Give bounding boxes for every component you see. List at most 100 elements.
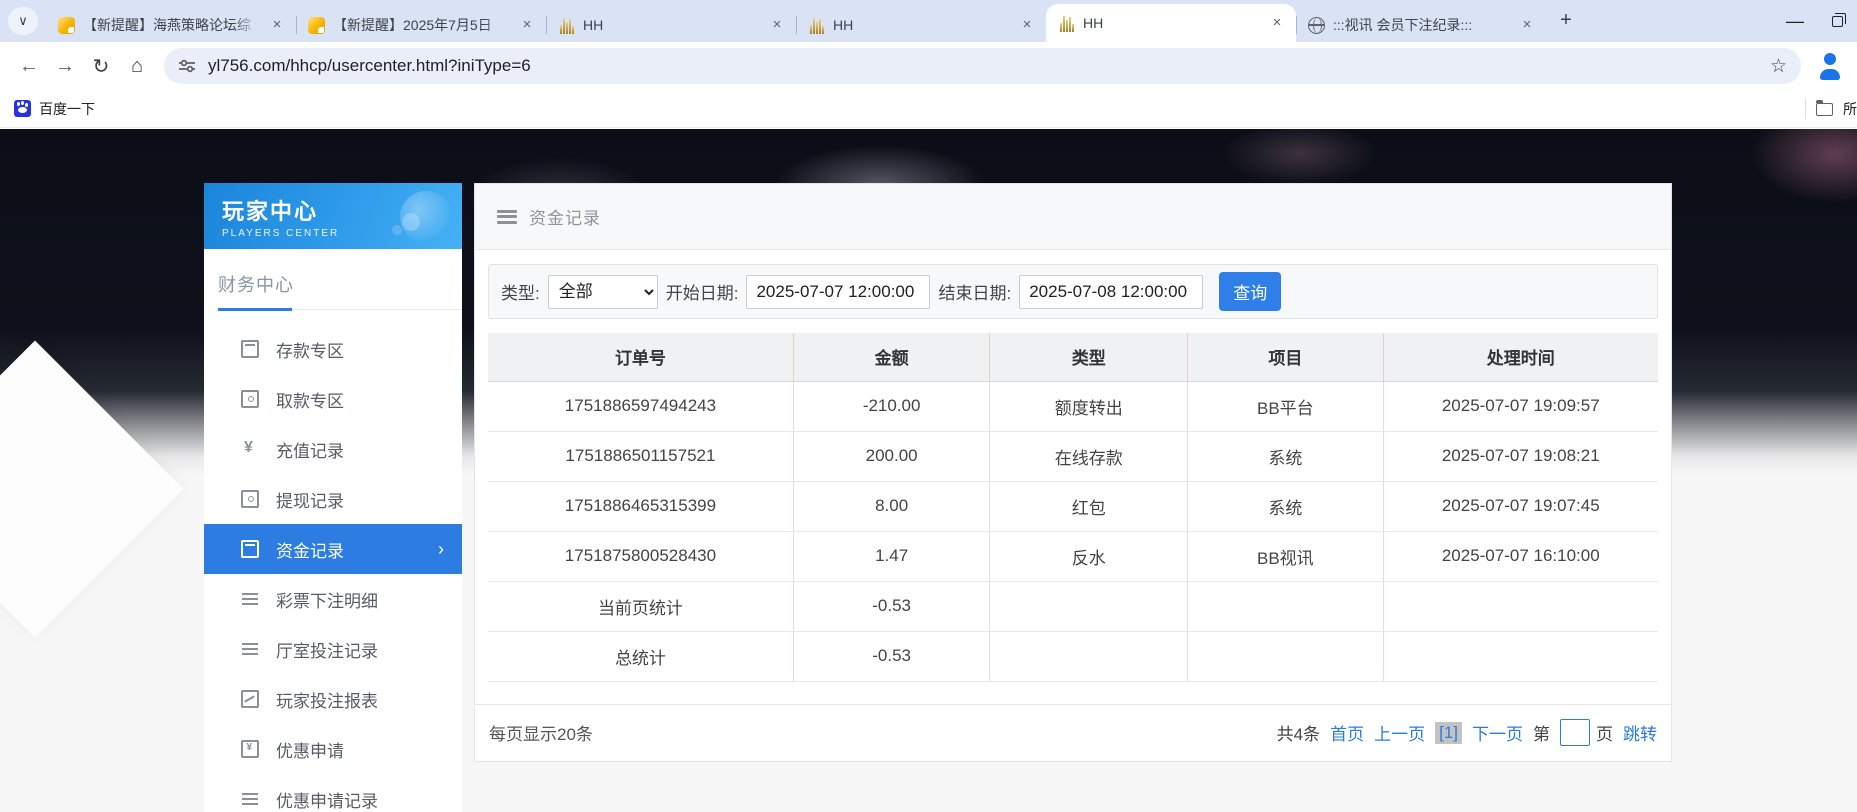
table-cell [1188, 631, 1383, 681]
panel-body: 类型: 全部 开始日期: 结束日期: 查询 订单号金额类型项目处理时间 1751… [475, 250, 1671, 682]
funds-table: 订单号金额类型项目处理时间 1751886597494243-210.00额度转… [488, 333, 1658, 682]
tab-close-icon[interactable]: × [768, 16, 786, 34]
url-text[interactable]: yl756.com/hhcp/usercenter.html?iniType=6 [208, 56, 1758, 76]
table-cell: 当前页统计 [488, 581, 793, 631]
page-title: 资金记录 [529, 204, 601, 229]
sidebar-section: 财务中心 [204, 249, 462, 310]
tab-title: HH [833, 17, 1010, 33]
end-date-input[interactable] [1019, 275, 1203, 309]
browser-toolbar: ← → ↻ ⌂ yl756.com/hhcp/usercenter.html?i… [0, 42, 1857, 90]
sidebar-item-label: 优惠申请 [276, 737, 344, 762]
table-row: 17518758005284301.47反水BB视讯2025-07-07 16:… [488, 531, 1658, 581]
sidebar-item-withdraw-area[interactable]: 取款专区 [204, 374, 462, 424]
first-page-link[interactable]: 首页 [1330, 720, 1364, 745]
column-header: 订单号 [488, 333, 793, 381]
sidebar-item-hall-bet-record[interactable]: 厅室投注记录 [204, 624, 462, 674]
table-cell [1383, 581, 1658, 631]
tab-close-icon[interactable]: × [268, 16, 286, 34]
forward-icon[interactable]: → [48, 49, 82, 83]
recharge-record-icon [241, 440, 259, 458]
browser-tab[interactable]: HH × [796, 8, 1046, 42]
pagination-bar: 每页显示20条 共4条 首页 上一页 [1] 下一页 第 页 跳转 [475, 704, 1671, 761]
table-cell [1383, 631, 1658, 681]
sidebar-item-funds-record[interactable]: 资金记录› [204, 524, 462, 574]
withdraw-area-icon [241, 390, 259, 408]
start-date-input[interactable] [746, 275, 930, 309]
table-cell [990, 581, 1188, 631]
tab-strip: ∨ 【新提醒】海燕策略论坛综×【新提醒】2025年7月5日×HH×HH×HH×:… [0, 0, 1857, 42]
table-cell: -210.00 [793, 381, 990, 431]
sidebar-item-player-bet-report[interactable]: 玩家投注报表 [204, 674, 462, 724]
sidebar-item-withdraw-record[interactable]: 提现记录 [204, 474, 462, 524]
table-cell: 系统 [1188, 431, 1383, 481]
table-cell: 2025-07-07 19:09:57 [1383, 381, 1658, 431]
jump-link[interactable]: 跳转 [1623, 720, 1657, 745]
tab-title: HH [583, 17, 760, 33]
tab-title: :::视讯 会员下注纪录::: [1333, 15, 1510, 35]
sidebar-item-deposit-area[interactable]: 存款专区 [204, 324, 462, 374]
site-settings-icon[interactable] [178, 57, 196, 75]
type-select[interactable]: 全部 [548, 275, 658, 309]
sidebar-title: 玩家中心 [222, 194, 462, 226]
menu-toggle-icon[interactable] [497, 210, 517, 224]
sidebar-item-promo-apply-record[interactable]: 优惠申请记录 [204, 774, 462, 812]
chat-yellow-favicon-icon [58, 17, 75, 34]
tab-search-button[interactable]: ∨ [8, 7, 38, 35]
bookmark-baidu[interactable]: 百度一下 [14, 99, 95, 119]
pager: 共4条 首页 上一页 [1] 下一页 第 页 跳转 [1277, 719, 1657, 746]
prev-page-link[interactable]: 上一页 [1374, 720, 1425, 745]
table-cell: -0.53 [793, 631, 990, 681]
tab-close-icon[interactable]: × [518, 16, 536, 34]
promo-apply-record-icon [241, 790, 259, 808]
browser-tab[interactable]: 【新提醒】2025年7月5日× [296, 8, 546, 42]
filter-bar: 类型: 全部 开始日期: 结束日期: 查询 [488, 264, 1658, 319]
table-header-row: 订单号金额类型项目处理时间 [488, 333, 1658, 381]
jump-suffix-label: 页 [1596, 720, 1613, 745]
table-cell: 1751886465315399 [488, 481, 793, 531]
restore-icon[interactable] [1832, 16, 1843, 27]
deposit-area-icon [241, 340, 259, 358]
sidebar-item-label: 优惠申请记录 [276, 787, 378, 812]
table-cell: 2025-07-07 19:07:45 [1383, 481, 1658, 531]
per-page-label: 每页显示20条 [489, 720, 593, 745]
reload-icon[interactable]: ↻ [84, 49, 118, 83]
browser-tab[interactable]: HH × [546, 8, 796, 42]
sidebar-subtitle: PLAYERS CENTER [222, 228, 462, 239]
sidebar-menu: 存款专区取款专区充值记录提现记录资金记录›彩票下注明细厅室投注记录玩家投注报表优… [204, 324, 462, 812]
back-icon[interactable]: ← [12, 49, 46, 83]
sidebar-item-promo-apply[interactable]: 优惠申请 [204, 724, 462, 774]
page-content: 玩家中心 PLAYERS CENTER 财务中心 存款专区取款专区充值记录提现记… [0, 129, 1857, 812]
table-cell: 1751886501157521 [488, 431, 793, 481]
table-cell: 反水 [990, 531, 1188, 581]
bookmark-label: 百度一下 [39, 99, 95, 119]
sidebar-item-recharge-record[interactable]: 充值记录 [204, 424, 462, 474]
withdraw-record-icon [241, 490, 259, 508]
sidebar-item-label: 提现记录 [276, 487, 344, 512]
tab-close-icon[interactable]: × [1268, 14, 1286, 32]
profile-avatar[interactable] [1815, 51, 1845, 81]
browser-tab[interactable]: HH× [1046, 4, 1296, 42]
tab-close-icon[interactable]: × [1018, 16, 1036, 34]
next-page-link[interactable]: 下一页 [1472, 720, 1523, 745]
search-button[interactable]: 查询 [1219, 272, 1281, 311]
type-label: 类型: [501, 279, 540, 304]
folder-icon[interactable] [1816, 103, 1833, 116]
home-icon[interactable]: ⌂ [120, 49, 154, 83]
all-bookmarks-label[interactable]: 所 [1843, 99, 1857, 119]
page-jump-input[interactable] [1560, 719, 1590, 746]
table-cell: 1751886597494243 [488, 381, 793, 431]
column-header: 项目 [1188, 333, 1383, 381]
minimize-icon[interactable]: — [1786, 16, 1804, 26]
sidebar-item-lottery-bet-detail[interactable]: 彩票下注明细 [204, 574, 462, 624]
globe-favicon-icon [1308, 17, 1325, 34]
column-header: 类型 [990, 333, 1188, 381]
table-cell: BB视讯 [1188, 531, 1383, 581]
end-date-label: 结束日期: [938, 279, 1011, 304]
new-tab-button[interactable]: + [1552, 7, 1580, 35]
funds-record-icon [241, 540, 259, 558]
tab-close-icon[interactable]: × [1518, 16, 1536, 34]
browser-tab[interactable]: 【新提醒】海燕策略论坛综× [46, 8, 296, 42]
browser-tab[interactable]: :::视讯 会员下注纪录:::× [1296, 8, 1546, 42]
address-bar[interactable]: yl756.com/hhcp/usercenter.html?iniType=6… [164, 48, 1801, 84]
bookmark-star-icon[interactable]: ☆ [1770, 55, 1787, 78]
